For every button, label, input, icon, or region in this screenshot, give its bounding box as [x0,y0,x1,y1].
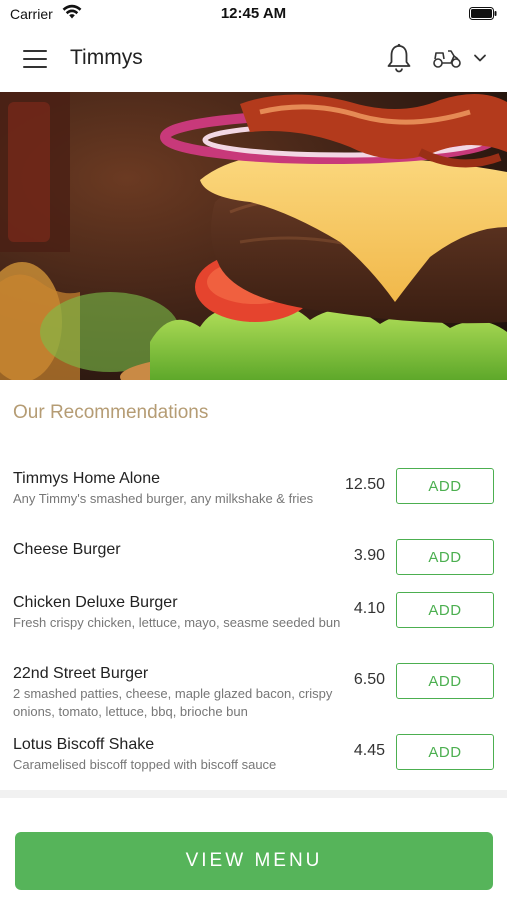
add-button[interactable]: ADD [396,468,494,504]
item-name: Cheese Burger [13,541,121,558]
status-bar: Carrier 12:45 AM [0,0,507,28]
item-description: 2 smashed patties, cheese, maple glazed … [13,686,333,719]
item-name: 22nd Street Burger [13,665,149,682]
battery-icon [469,7,497,20]
item-price: 12.50 [344,476,385,493]
hero-image [0,92,507,380]
page-title: Timmys [70,46,143,69]
burger-photo [0,92,507,380]
app-header: Timmys [0,28,507,92]
item-price: 6.50 [353,671,385,688]
menu-icon[interactable] [23,50,47,68]
list-item: Lotus Biscoff Shake Caramelised biscoff … [0,732,507,776]
add-button[interactable]: ADD [396,539,494,575]
item-price: 3.90 [353,547,385,564]
clock: 12:45 AM [220,5,287,22]
divider [0,790,507,798]
item-price: 4.10 [353,600,385,617]
list-item: Timmys Home Alone Any Timmy's smashed bu… [0,466,507,528]
add-button[interactable]: ADD [396,734,494,770]
item-description: Fresh crispy chicken, lettuce, mayo, sea… [13,615,341,630]
view-menu-button[interactable]: VIEW MENU [15,832,493,890]
item-description: Caramelised biscoff topped with biscoff … [13,757,277,772]
section-title: Our Recommendations [13,402,209,423]
list-item: 22nd Street Burger 2 smashed patties, ch… [0,661,507,723]
item-name: Chicken Deluxe Burger [13,594,178,611]
list-item: Chicken Deluxe Burger Fresh crispy chick… [0,590,507,652]
scooter-icon[interactable] [432,47,462,69]
add-button[interactable]: ADD [396,592,494,628]
item-description: Any Timmy's smashed burger, any milkshak… [13,491,314,506]
list-item: Cheese Burger 3.90 ADD [0,537,507,581]
item-name: Timmys Home Alone [13,470,160,487]
item-price: 4.45 [353,742,385,759]
item-name: Lotus Biscoff Shake [13,736,155,753]
add-button[interactable]: ADD [396,663,494,699]
chevron-down-icon[interactable] [473,53,487,63]
bell-icon[interactable] [386,43,412,73]
